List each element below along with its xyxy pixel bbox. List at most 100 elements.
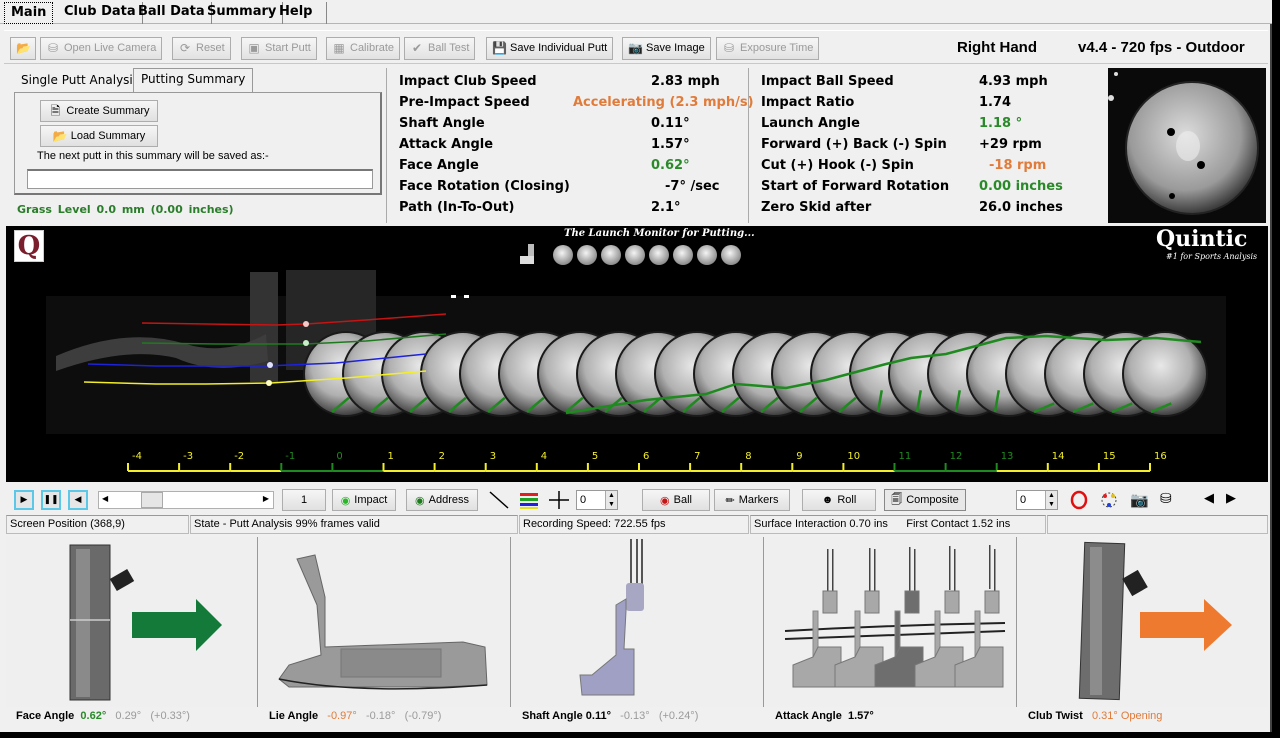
step-back-button[interactable]: ◀ — [68, 490, 88, 510]
draw-line-icon[interactable] — [488, 490, 510, 510]
frame-scrollbar[interactable]: ◀ ▶ — [98, 491, 274, 509]
face-angle-diff: (+0.33°) — [150, 710, 190, 722]
exposure-time-label: Exposure Time — [740, 42, 814, 54]
club-metric-row: Face Rotation (Closing) -7° /sec — [387, 179, 748, 200]
create-summary-button[interactable]: 🗎 Create Summary — [40, 100, 158, 122]
ball-dots-icon[interactable] — [1098, 490, 1120, 510]
putting-summary-box: 🗎 Create Summary 📂 Load Summary The next p… — [14, 92, 382, 195]
ball-button[interactable]: ◉ Ball — [642, 489, 710, 511]
ruler-tick-label: 12 — [950, 451, 963, 462]
folder-open-icon: 📂 — [16, 41, 31, 55]
markers-button[interactable]: ✏ Markers — [714, 489, 790, 511]
crosshair-icon[interactable] — [548, 490, 570, 510]
reset-button[interactable]: ⟳ Reset — [172, 37, 231, 60]
save-individual-putt-button[interactable]: 💾 Save Individual Putt — [486, 37, 614, 60]
tab-main[interactable]: Main — [4, 2, 54, 24]
ruler-tick-label: 7 — [694, 451, 700, 462]
exposure-time-button[interactable]: ⛁ Exposure Time — [716, 37, 820, 60]
target-dark-icon: ◉ — [415, 494, 425, 507]
camera-snapshot-icon[interactable]: 📷 — [1130, 491, 1149, 509]
tab-help[interactable]: Help — [273, 2, 327, 24]
scroll-thumb[interactable] — [141, 492, 163, 508]
spinner-arrows-icon[interactable]: ▲ ▼ — [605, 491, 617, 509]
ball-test-label: Ball Test — [428, 42, 470, 54]
ball-metric-row: Impact Ratio 1.74 — [749, 95, 1108, 116]
roll-button[interactable]: ☻ Roll — [802, 489, 876, 511]
club-metric-row: Pre-Impact Speed Accelerating (2.3 mph/s) — [387, 95, 754, 116]
start-putt-button[interactable]: ▣ Start Putt — [241, 37, 317, 60]
camera-icon: ⛁ — [723, 41, 735, 55]
shaft-angle-value: 0.11° — [585, 710, 611, 722]
composite-button[interactable]: 🗐 Composite — [884, 489, 966, 511]
step-back-icon: ◀ — [74, 495, 82, 505]
open-live-camera-button[interactable]: ⛁ Open Live Camera — [40, 37, 163, 60]
face-angle-value: 0.62° — [80, 710, 107, 722]
ball-metric-row: Forward (+) Back (-) Spin +29 rpm — [749, 137, 1108, 158]
save-icon: 💾 — [492, 41, 507, 55]
load-summary-label: Load Summary — [70, 130, 146, 142]
roll-icon: ☻ — [821, 494, 834, 506]
ball-metric-row: Launch Angle 1.18 ° — [749, 116, 1108, 137]
line-count-spinner[interactable]: 0 ▲ ▼ — [576, 490, 618, 510]
load-summary-button[interactable]: 📂 Load Summary — [40, 125, 158, 147]
spinner-arrows-icon[interactable]: ▲ ▼ — [1045, 491, 1057, 509]
tab-club-data[interactable]: Club Data — [58, 2, 143, 24]
ball-test-button[interactable]: ✔ Ball Test — [404, 37, 476, 60]
target-red-icon: ◉ — [660, 494, 670, 507]
impact-button[interactable]: ◉ Impact — [332, 489, 396, 511]
ball-metric-value: -18 rpm — [989, 158, 1047, 173]
tab-summary[interactable]: Summary — [201, 2, 284, 24]
prev-arrow-icon[interactable]: ◀ — [1204, 491, 1214, 506]
state-status: State - Putt Analysis 99% frames valid — [190, 515, 518, 534]
ball-metric-label: Start of Forward Rotation — [761, 179, 950, 194]
shaft-angle-panel — [512, 537, 764, 707]
ruler-tick-label: 6 — [643, 451, 649, 462]
ball-metric-value: 4.93 mph — [979, 74, 1048, 89]
ruler-tick-label: 0 — [336, 451, 342, 462]
address-button[interactable]: ◉ Address — [406, 489, 478, 511]
ruler-tick-label: -1 — [285, 451, 295, 462]
club-metric-label: Impact Club Speed — [399, 74, 537, 89]
ball-frame — [1122, 331, 1208, 417]
ruler-tick-label: 8 — [745, 451, 751, 462]
tab-putting-summary[interactable]: Putting Summary — [133, 68, 254, 92]
calibrate-label: Calibrate — [350, 42, 395, 54]
ruler-tick-label: 5 — [592, 451, 598, 462]
club-metric-label: Path (In-To-Out) — [399, 200, 515, 215]
ball-metrics-panel: Impact Ball Speed 4.93 mph Impact Ratio 1.7… — [748, 68, 1108, 223]
next-arrow-icon[interactable]: ▶ — [1226, 491, 1236, 506]
reset-label: Reset — [196, 42, 225, 54]
recording-speed: Recording Speed: 722.55 fps — [519, 515, 749, 534]
attack-angle-value: 1.57° — [847, 710, 874, 722]
frame-number-button[interactable]: 1 — [282, 489, 326, 511]
club-twist-panel — [1018, 537, 1268, 707]
play-button[interactable]: ▶ — [14, 490, 34, 510]
calibrate-button[interactable]: ▦ Calibrate — [326, 37, 401, 60]
tagline-text: The Launch Monitor for Putting... — [564, 228, 755, 239]
first-contact: First Contact 1.52 ins — [906, 518, 1011, 530]
shaft-angle-illustration — [579, 539, 644, 696]
tab-ball-data[interactable]: Ball Data — [132, 2, 212, 24]
face-angle-readout: Face Angle 0.62° 0.29° (+0.33°) — [16, 710, 190, 722]
tab-single-putt-analysis[interactable]: Single Putt Analysis — [14, 70, 146, 92]
ruler-tick-label: 1 — [388, 451, 394, 462]
shaft-angle-diff: (+0.24°) — [658, 710, 699, 722]
face-angle-panel — [6, 537, 258, 707]
open-folder-button[interactable]: 📂 — [10, 37, 36, 60]
ball-metric-value: 26.0 inches — [979, 200, 1063, 215]
pause-button[interactable]: ❚❚ — [41, 490, 61, 510]
club-metric-value: 2.1° — [651, 200, 681, 215]
ball-metric-value: 0.00 inches — [979, 179, 1063, 194]
circle-tool-icon[interactable] — [1068, 490, 1090, 510]
trace-point-green — [303, 340, 309, 346]
composite-spinner[interactable]: 0 ▲ ▼ — [1016, 490, 1058, 510]
next-putt-filename-input[interactable] — [27, 169, 373, 189]
ruler-tick-label: 11 — [899, 451, 912, 462]
open-live-camera-label: Open Live Camera — [64, 42, 157, 54]
putt-video-view[interactable]: -4 -3 -2 -1 0 1 2 3 4 5 6 7 8 9 10 11 12 13 14 15 16 Q The L… — [6, 226, 1268, 482]
ruler-tick-label: -4 — [132, 451, 142, 462]
ball-closeup-image — [1108, 68, 1266, 223]
video-camera-icon[interactable]: ⛁ — [1160, 491, 1172, 507]
color-lines-icon[interactable] — [518, 490, 540, 510]
save-image-button[interactable]: 📷 Save Image — [622, 37, 711, 60]
